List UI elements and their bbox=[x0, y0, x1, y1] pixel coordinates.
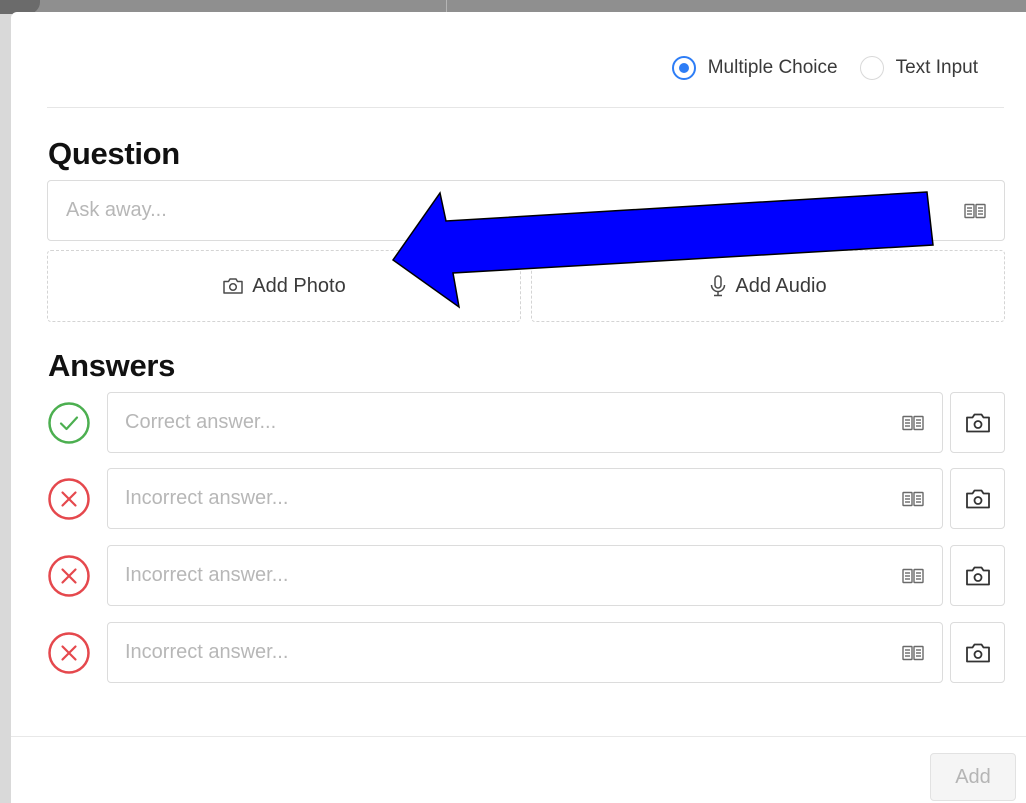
radio-text-input-label: Text Input bbox=[895, 57, 978, 78]
question-type-toggle: Multiple Choice Text Input bbox=[671, 55, 978, 81]
answer-photo-button[interactable] bbox=[950, 392, 1005, 453]
answer-field bbox=[107, 622, 943, 683]
add-button[interactable]: Add bbox=[930, 753, 1016, 801]
camera-icon bbox=[965, 489, 990, 508]
book-icon[interactable] bbox=[902, 491, 924, 507]
add-audio-label: Add Audio bbox=[735, 274, 827, 297]
radio-multiple-choice-label: Multiple Choice bbox=[707, 57, 838, 78]
answer-field bbox=[107, 545, 943, 606]
microphone-icon bbox=[709, 275, 727, 297]
radio-multiple-choice[interactable]: Multiple Choice bbox=[671, 56, 838, 80]
check-circle-icon[interactable] bbox=[47, 401, 91, 445]
camera-icon bbox=[965, 643, 990, 662]
footer-divider bbox=[11, 736, 1026, 737]
question-field bbox=[47, 180, 1005, 241]
camera-icon bbox=[222, 277, 244, 295]
answer-row bbox=[47, 622, 1005, 683]
answer-photo-button[interactable] bbox=[950, 622, 1005, 683]
answers-heading: Answers bbox=[48, 348, 176, 383]
book-icon[interactable] bbox=[902, 645, 924, 661]
answer-row bbox=[47, 468, 1005, 529]
radio-text-input[interactable]: Text Input bbox=[859, 56, 978, 80]
answer-input[interactable] bbox=[108, 393, 902, 452]
answer-row bbox=[47, 392, 1005, 453]
x-circle-icon[interactable] bbox=[47, 477, 91, 521]
answer-photo-button[interactable] bbox=[950, 545, 1005, 606]
answer-photo-button[interactable] bbox=[950, 468, 1005, 529]
book-icon[interactable] bbox=[902, 415, 924, 431]
answer-field bbox=[107, 468, 943, 529]
answer-input[interactable] bbox=[108, 623, 902, 682]
book-icon[interactable] bbox=[964, 203, 986, 219]
question-input[interactable] bbox=[48, 181, 964, 240]
answer-field bbox=[107, 392, 943, 453]
camera-icon bbox=[965, 413, 990, 432]
x-circle-icon[interactable] bbox=[47, 631, 91, 675]
book-icon[interactable] bbox=[902, 568, 924, 584]
add-audio-button[interactable]: Add Audio bbox=[531, 250, 1005, 322]
question-editor-modal: Multiple Choice Text Input Question Add … bbox=[11, 12, 1026, 803]
answer-row bbox=[47, 545, 1005, 606]
header-divider bbox=[47, 107, 1004, 108]
answer-input[interactable] bbox=[108, 546, 902, 605]
question-heading: Question bbox=[48, 136, 180, 171]
add-photo-button[interactable]: Add Photo bbox=[47, 250, 521, 322]
add-photo-label: Add Photo bbox=[252, 274, 346, 297]
radio-selected-indicator bbox=[671, 56, 696, 80]
radio-unselected-indicator bbox=[859, 56, 884, 80]
radio-dot bbox=[678, 63, 689, 73]
answer-input[interactable] bbox=[108, 469, 902, 528]
camera-icon bbox=[965, 566, 990, 585]
x-circle-icon[interactable] bbox=[47, 554, 91, 598]
